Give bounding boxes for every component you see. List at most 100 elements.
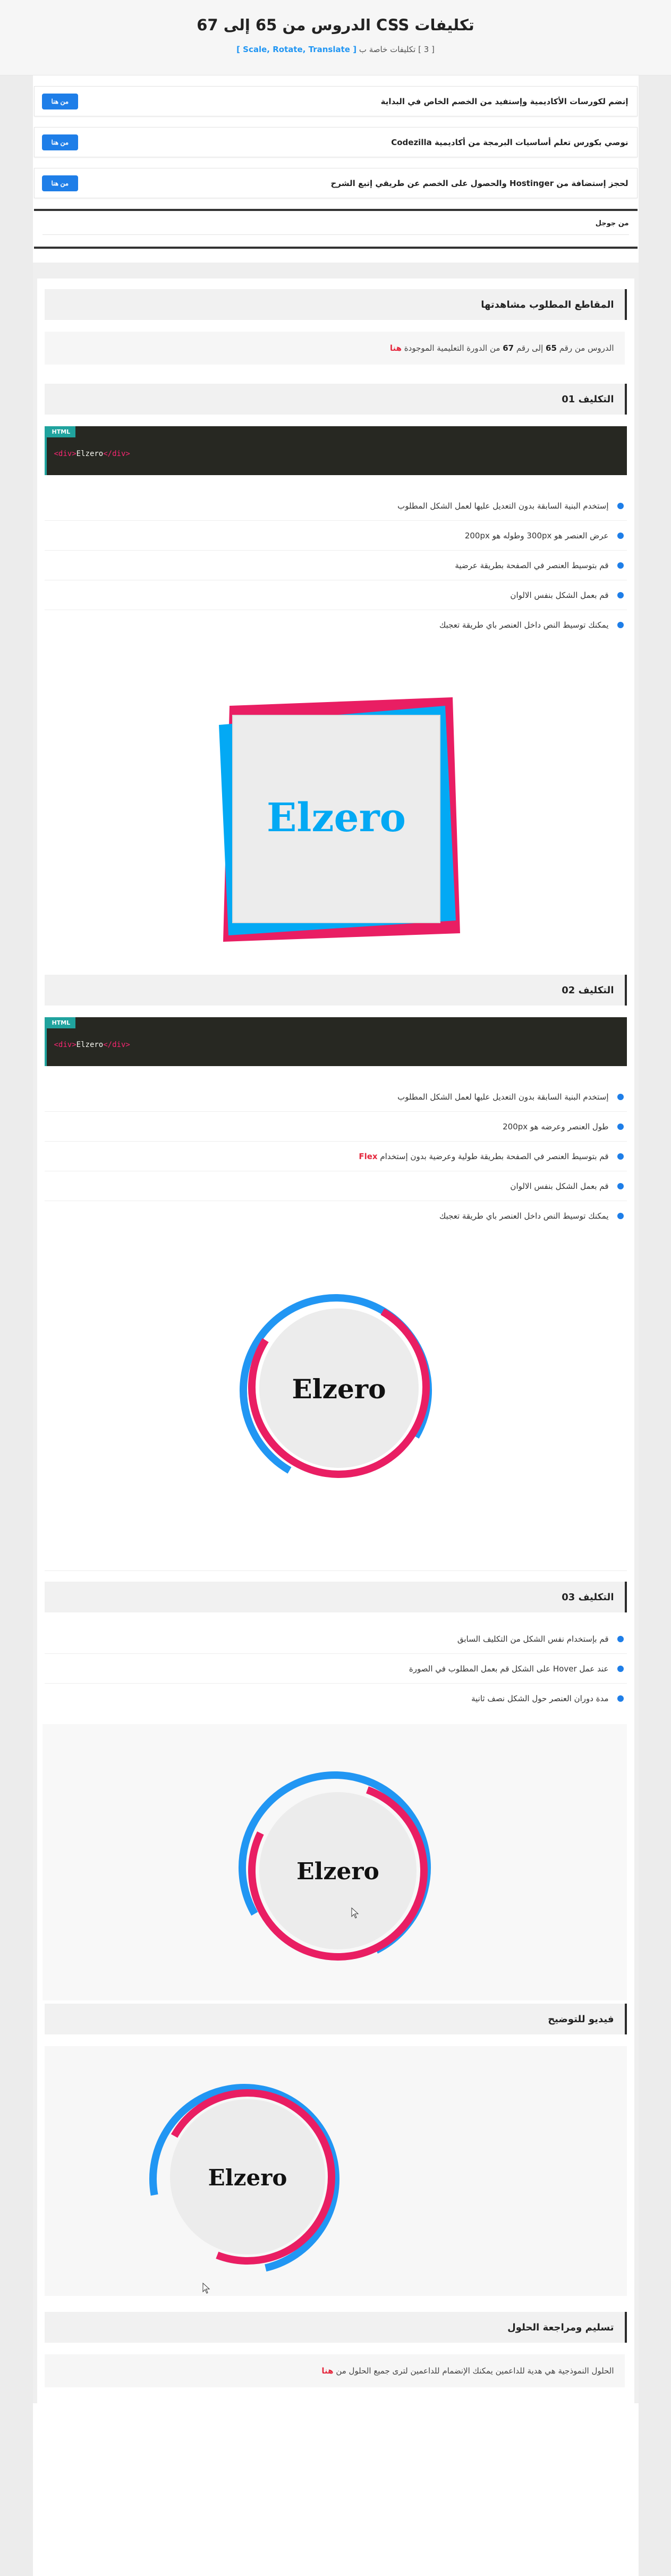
code-block-task-2: HTML <div>Elzero</div>: [44, 1017, 627, 1066]
note-text: إلى رقم: [514, 343, 546, 353]
promo-list: إنضم لكورسات الأكاديمية وإستفيد من الخصم…: [33, 75, 639, 198]
promo-codezilla: نوصي بكورس تعلم أساسيات البرمجة من أكادي…: [33, 127, 638, 157]
promo-text: نوصي بكورس تعلم أساسيات البرمجة من أكادي…: [391, 137, 628, 147]
elzero-circle-text: Elzero: [296, 1858, 379, 1885]
list-item-text: قم بعمل الشكل بنفس الالوان: [510, 1181, 609, 1191]
list-item-text: يمكنك توسيط النص داخل العنصر باي طريقة ت…: [439, 620, 609, 630]
code-open-tag: <div>: [54, 1041, 77, 1049]
required-videos-note: الدروس من رقم 65 إلى رقم 67 من الدورة ال…: [44, 332, 627, 365]
author-label: من جوجل: [595, 219, 629, 227]
page-subtitle: [ 3 ] تكليفات خاصة ب [ Scale, Rotate, Tr…: [0, 45, 671, 54]
code-block-task-1: HTML <div>Elzero</div>: [44, 426, 627, 475]
assignments-area: المقاطع المطلوب مشاهدتها الدروس من رقم 6…: [32, 263, 639, 2403]
list-item: يمكنك توسيط النص داخل العنصر باي طريقة ت…: [45, 610, 627, 640]
video-ring-figure: Elzero: [149, 2084, 339, 2294]
code-close-tag: </div>: [103, 450, 130, 458]
rotated-card-figure: Elzero: [218, 697, 460, 942]
video-preview[interactable]: Elzero: [44, 2046, 627, 2296]
bullet-icon: [617, 1123, 624, 1130]
list-item-text: قم بعمل الشكل بنفس الالوان: [510, 590, 609, 600]
note-text: الدروس من رقم: [556, 343, 614, 353]
content-container: إنضم لكورسات الأكاديمية وإستفيد من الخصم…: [32, 75, 639, 2576]
list-item: طول العنصر وعرضه هو 200px: [44, 1112, 627, 1142]
hover-ring-figure: Elzero: [238, 1771, 431, 1964]
bullet-icon: [617, 562, 624, 569]
bullet-icon: [617, 1665, 624, 1672]
author-divider: [42, 234, 629, 235]
section-title-task-3: التكليف 03: [44, 1582, 627, 1612]
list-item-text: قم بتوسيط العنصر في الصفحة بطريقة عرضية: [455, 560, 609, 570]
page-header: تكليفات CSS الدروس من 65 إلى 67 [ 3 ] تك…: [0, 0, 671, 75]
code-language-tag: HTML: [46, 1017, 76, 1028]
spacer: [44, 1539, 627, 1571]
page-title: تكليفات CSS الدروس من 65 إلى 67: [197, 16, 474, 34]
list-item-text: يمكنك توسيط النص داخل العنصر باي طريقة ت…: [439, 1211, 609, 1221]
bullet-icon: [617, 1213, 624, 1219]
submit-note: الحلول النموذجية هي هدية للداعمين يمكنك …: [44, 2354, 627, 2387]
promo-text: إنضم لكورسات الأكاديمية وإستفيد من الخصم…: [380, 96, 628, 106]
list-item: مدة دوران العنصر حول الشكل نصف ثانية: [45, 1684, 627, 1713]
mouse-cursor-icon: [202, 2282, 210, 2294]
bullet-icon: [617, 1153, 624, 1160]
bullet-icon: [617, 1695, 624, 1702]
code-close-tag: </div>: [103, 1041, 130, 1049]
list-item: قم بعمل الشكل بنفس الالوان: [44, 580, 627, 610]
code-text: Elzero: [76, 450, 104, 458]
promo-hostinger: لحجز إستضافة من Hostinger والحصول على ال…: [33, 168, 638, 198]
assignments-card: المقاطع المطلوب مشاهدتها الدروس من رقم 6…: [37, 278, 634, 2403]
section-title-submit: تسليم ومراجعة الحلول: [44, 2312, 627, 2343]
promo-button[interactable]: من هنا: [41, 93, 79, 109]
section-title-task-2: التكليف 02: [44, 975, 627, 1006]
code-language-tag: HTML: [46, 426, 76, 437]
task-1-list: إستخدم البنية السابقة بدون التعديل عليها…: [44, 491, 627, 640]
supporters-link[interactable]: هنا: [321, 2366, 333, 2376]
task-3-preview: Elzero: [42, 1724, 627, 2000]
promo-button[interactable]: من هنا: [41, 175, 79, 191]
task-2-preview: Elzero: [187, 1252, 485, 1539]
list-item: قم بعمل الشكل بنفس الالوان: [44, 1171, 627, 1201]
bullet-icon: [617, 502, 624, 509]
flex-keyword: Flex: [359, 1151, 378, 1161]
list-item: إستخدم البنية السابقة بدون التعديل عليها…: [44, 491, 627, 521]
section-title-video: فيديو للتوضيح: [44, 2004, 627, 2034]
promo-academy: إنضم لكورسات الأكاديمية وإستفيد من الخصم…: [33, 86, 638, 116]
note-text: من الدورة التعليمية الموجودة: [402, 343, 503, 353]
code-line: <div>Elzero</div>: [54, 450, 130, 458]
list-item-text: قم بإستخدام نفس الشكل من التكليف السابق: [457, 1634, 609, 1644]
list-item: قم بتوسيط العنصر في الصفحة بطريقة طولية …: [44, 1142, 627, 1171]
list-item-text: قم بتوسيط العنصر في الصفحة بطريقة طولية …: [380, 1151, 609, 1161]
bullet-icon: [617, 592, 624, 598]
subtitle-topics: [ Scale, Rotate, Translate ]: [236, 45, 357, 54]
section-title-task-1: التكليف 01: [44, 384, 627, 415]
ring-figure: Elzero: [239, 1294, 432, 1487]
bullet-icon: [617, 1093, 624, 1100]
list-item: يمكنك توسيط النص داخل العنصر باي طريقة ت…: [45, 1201, 627, 1231]
note-to: 67: [503, 343, 514, 353]
list-item: قم بتوسيط العنصر في الصفحة بطريقة عرضية: [44, 551, 627, 580]
promo-text: لحجز إستضافة من Hostinger والحصول على ال…: [330, 178, 628, 188]
bullet-icon: [617, 1635, 624, 1642]
list-item-text: إستخدم البنية السابقة بدون التعديل عليها…: [397, 501, 609, 511]
list-item: عند عمل Hover على الشكل قم بعمل المطلوب …: [44, 1654, 627, 1684]
list-item-text: طول العنصر وعرضه هو 200px: [503, 1121, 609, 1131]
note-text: الحلول النموذجية هي هدية للداعمين يمكنك …: [333, 2366, 614, 2376]
list-item: قم بإستخدام نفس الشكل من التكليف السابق: [44, 1624, 627, 1654]
task-3-list: قم بإستخدام نفس الشكل من التكليف السابق …: [44, 1624, 627, 1713]
code-line: <div>Elzero</div>: [54, 1041, 130, 1049]
list-item: إستخدم البنية السابقة بدون التعديل عليها…: [44, 1082, 627, 1112]
bullet-icon: [617, 1183, 624, 1189]
elzero-card-text: Elzero: [267, 795, 406, 841]
task-1-preview: Elzero: [155, 640, 516, 959]
promo-button[interactable]: من هنا: [41, 134, 79, 150]
bullet-icon: [617, 532, 624, 539]
bullet-icon: [617, 622, 624, 628]
course-link[interactable]: هنا: [390, 343, 402, 353]
task-2-list: إستخدم البنية السابقة بدون التعديل عليها…: [44, 1082, 627, 1231]
list-item-text: إستخدم البنية السابقة بدون التعديل عليها…: [397, 1092, 609, 1102]
note-from: 65: [546, 343, 557, 353]
list-item-text: مدة دوران العنصر حول الشكل نصف ثانية: [471, 1694, 609, 1703]
section-title-required-videos: المقاطع المطلوب مشاهدتها: [44, 289, 627, 320]
code-open-tag: <div>: [54, 450, 77, 458]
subtitle-prefix: [ 3 ] تكليفات خاصة ب: [359, 45, 435, 54]
